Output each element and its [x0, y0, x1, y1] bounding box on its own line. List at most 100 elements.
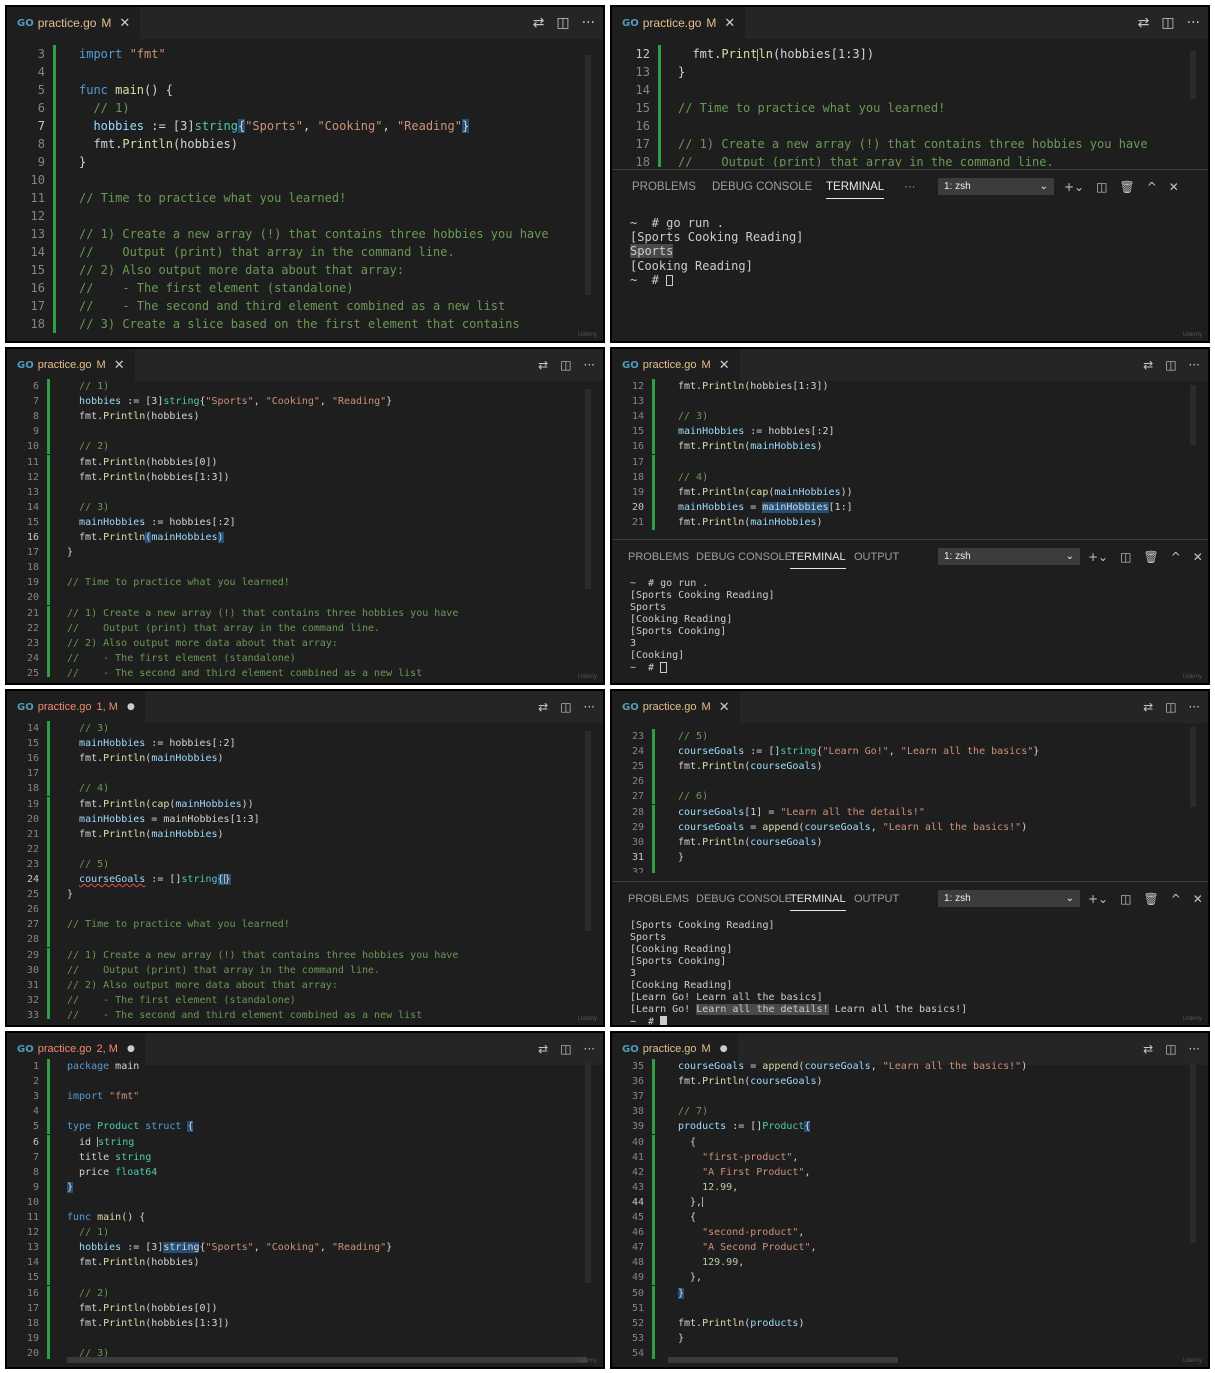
code-line[interactable]: 40 { [612, 1134, 1208, 1150]
code-line[interactable]: 10 [7, 1194, 603, 1210]
code-line[interactable]: 21 // 1) Create a new array (!) that cont… [7, 605, 603, 621]
code-line[interactable]: 17 // 1) Create a new array (!) that cont… [612, 135, 1208, 153]
code-line[interactable]: 5 func main() { [7, 81, 603, 99]
tab-output[interactable]: OUTPUT [854, 551, 899, 563]
code-line[interactable]: 14 // Output (print) that array in the co… [7, 243, 603, 261]
more-tabs-icon[interactable]: ··· [904, 181, 916, 193]
code-line[interactable]: 47 "A Second Product", [612, 1240, 1208, 1256]
terminal-selector[interactable]: 1: zsh ⌄ [938, 890, 1080, 907]
trash-icon[interactable]: 🗑 [1119, 180, 1134, 194]
code-line[interactable]: 3 import "fmt" [7, 45, 603, 63]
code-line[interactable]: 3 import "fmt" [7, 1089, 603, 1105]
code-line[interactable]: 30 // Output (print) that array in the co… [7, 962, 603, 978]
unsaved-dot-icon[interactable]: ● [127, 1044, 135, 1054]
more-actions-icon[interactable]: ··· [582, 15, 595, 31]
split-editor-icon[interactable]: ◫ [1165, 1042, 1176, 1056]
code-line[interactable]: 6 // 1) [7, 379, 603, 395]
code-line[interactable]: 9 [7, 424, 603, 440]
code-line[interactable]: 18 [7, 560, 603, 576]
code-line[interactable]: 8 fmt.Println(hobbies) [7, 409, 603, 425]
add-terminal-icon[interactable]: +⌄ [1064, 180, 1084, 194]
code-line[interactable]: 39 products := []Product{ [612, 1119, 1208, 1135]
code-line[interactable]: 53} [612, 1330, 1208, 1346]
close-icon[interactable]: ✕ [719, 700, 730, 715]
tab-debug-console[interactable]: DEBUG CONSOLE [696, 551, 792, 563]
code-line[interactable]: 44 }, [612, 1194, 1208, 1210]
code-line[interactable]: 18 // 4) [612, 469, 1208, 485]
code-line[interactable]: 9} [7, 1179, 603, 1195]
code-line[interactable]: 45 { [612, 1210, 1208, 1226]
code-line[interactable]: 19 fmt.Println(cap(mainHobbies)) [7, 796, 603, 812]
code-line[interactable]: 32 [612, 864, 1208, 873]
split-terminal-icon[interactable]: ◫ [1120, 550, 1131, 564]
editor-tab-practice-go[interactable]: GO practice.go 1, M ● [7, 691, 145, 723]
code-line[interactable]: 18 fmt.Println(hobbies[1:3]) [7, 1315, 603, 1331]
code-line[interactable]: 51 [612, 1300, 1208, 1316]
code-line[interactable]: 16 [612, 117, 1208, 135]
code-line[interactable]: 42 "A First Product", [612, 1164, 1208, 1180]
code-line[interactable]: 14 fmt.Println(hobbies) [7, 1255, 603, 1271]
code-line[interactable]: 19 [7, 1330, 603, 1346]
maximize-panel-icon[interactable]: ^ [1171, 892, 1181, 906]
split-terminal-icon[interactable]: ◫ [1120, 892, 1131, 906]
code-line[interactable]: 43 12.99, [612, 1179, 1208, 1195]
more-actions-icon[interactable]: ··· [1189, 358, 1200, 372]
code-line[interactable]: 13} [612, 63, 1208, 81]
split-editor-icon[interactable]: ◫ [1165, 358, 1176, 372]
code-editor[interactable]: 1 package main 2 3 import "fmt" 4 5 type Produc… [7, 1059, 603, 1359]
add-terminal-icon[interactable]: +⌄ [1088, 892, 1108, 906]
minimap-scrollbar[interactable] [585, 1063, 591, 1283]
code-line[interactable]: 29 courseGoals = append(courseGoals, "Lea… [612, 819, 1208, 835]
code-line[interactable]: 31 // 2) Also output more data about that… [7, 977, 603, 993]
code-line[interactable]: 36 fmt.Println(courseGoals) [612, 1074, 1208, 1090]
minimap-scrollbar[interactable] [1190, 385, 1196, 445]
code-line[interactable]: 15 mainHobbies := hobbies[:2] [612, 424, 1208, 440]
code-line[interactable]: 17 [7, 766, 603, 782]
unsaved-dot-icon[interactable]: ● [127, 702, 135, 712]
code-line[interactable]: 20 [7, 590, 603, 606]
code-line[interactable]: 4 [7, 63, 603, 81]
editor-tab-practice-go[interactable]: GO practice.go M ✕ [612, 7, 746, 39]
split-editor-icon[interactable]: ◫ [560, 1042, 571, 1056]
code-line[interactable]: 14 // 3) [7, 721, 603, 737]
code-line[interactable]: 13 // 1) Create a new array (!) that cont… [7, 225, 603, 243]
code-line[interactable]: 19 // Time to practice what you learned! [7, 575, 603, 591]
code-line[interactable]: 12 fmt.Println(hobbies[1:3]) [7, 469, 603, 485]
editor-tab-practice-go[interactable]: GO practice.go M ✕ [612, 349, 740, 381]
code-line[interactable]: 9} [7, 153, 603, 171]
code-line[interactable]: 12 fmt.Println(hobbies[1:3]) [612, 379, 1208, 395]
compare-icon[interactable]: ⇄ [1143, 358, 1153, 372]
code-line[interactable]: 25} [7, 887, 603, 903]
split-editor-icon[interactable]: ◫ [560, 358, 571, 372]
code-line[interactable]: 13 [7, 484, 603, 500]
code-line[interactable]: 48 129.99, [612, 1255, 1208, 1271]
code-line[interactable]: 21 fmt.Println(mainHobbies) [7, 826, 603, 842]
more-actions-icon[interactable]: ··· [584, 358, 595, 372]
code-editor[interactable]: 14 // 3) 15 mainHobbies := hobbies[:2] 16 … [7, 721, 603, 1019]
compare-icon[interactable]: ⇄ [1143, 1042, 1153, 1056]
code-line[interactable]: 13 hobbies := [3]string{"Sports", "Cooki… [7, 1240, 603, 1256]
code-line[interactable]: 13 [612, 394, 1208, 410]
more-actions-icon[interactable]: ··· [1189, 1042, 1200, 1056]
code-line[interactable]: 22 // Output (print) that array in the co… [7, 620, 603, 636]
add-terminal-icon[interactable]: +⌄ [1088, 550, 1108, 564]
code-line[interactable]: 18 // 4) [7, 781, 603, 797]
code-line[interactable]: 16 fmt.Println(mainHobbies) [612, 439, 1208, 455]
code-line[interactable]: 14 // 3) [612, 409, 1208, 425]
horizontal-scrollbar[interactable] [67, 1357, 587, 1363]
code-line[interactable]: 10 // 2) [7, 439, 603, 455]
code-line[interactable]: 23 // 5) [7, 856, 603, 872]
code-line[interactable]: 17} [7, 545, 603, 561]
close-icon[interactable]: ✕ [119, 16, 130, 31]
code-line[interactable]: 17 [612, 454, 1208, 470]
code-editor[interactable]: 35 courseGoals = append(courseGoals, "Lea… [612, 1059, 1208, 1359]
more-actions-icon[interactable]: ··· [1187, 15, 1200, 31]
code-line[interactable]: 29 // 1) Create a new array (!) that cont… [7, 947, 603, 963]
code-line[interactable]: 17 // - The second and third element comb… [7, 297, 603, 315]
code-editor[interactable]: 6 // 1) 7 hobbies := [3]string{"Sports", … [7, 379, 603, 677]
more-actions-icon[interactable]: ··· [584, 700, 595, 714]
terminal-selector[interactable]: 1: zsh ⌄ [938, 548, 1080, 565]
tab-terminal[interactable]: TERMINAL [826, 181, 885, 199]
minimap-scrollbar[interactable] [1190, 51, 1196, 99]
code-line[interactable]: 22 [7, 841, 603, 857]
